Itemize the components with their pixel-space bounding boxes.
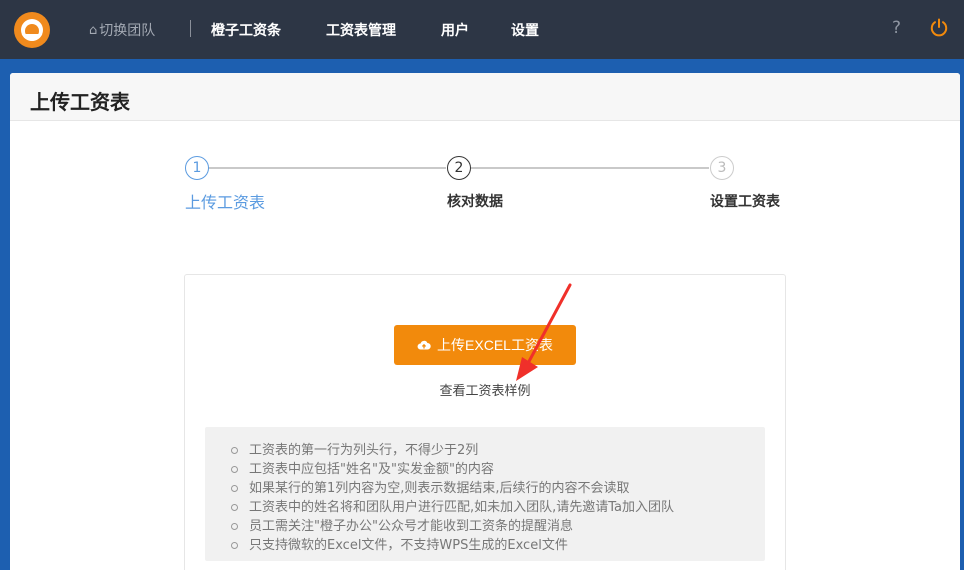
step-3-label: 设置工资表 (710, 194, 780, 210)
app-logo[interactable] (14, 12, 50, 48)
tip-item: 只支持微软的Excel文件，不支持WPS生成的Excel文件 (225, 536, 765, 555)
tip-item: 工资表中的姓名将和团队用户进行匹配,如未加入团队,请先邀请Ta加入团队 (225, 498, 765, 517)
step-1-label: 上传工资表 (185, 193, 266, 212)
logo-icon (21, 19, 43, 41)
step-connector-1 (208, 167, 446, 169)
red-annotation-arrow-icon (516, 283, 572, 381)
nav-item-settings[interactable]: 设置 (511, 20, 539, 40)
step-connector-2 (471, 167, 709, 169)
switch-team-label: 切换团队 (99, 23, 156, 39)
tip-item: 如果某行的第1列内容为空,则表示数据结束,后续行的内容不会读取 (225, 479, 765, 498)
sample-payroll-link[interactable]: 查看工资表样例 (185, 380, 785, 399)
top-navbar: ⌂ 切换团队 橙子工资条 工资表管理 用户 设置 ? (0, 0, 964, 59)
nav-item-payslip[interactable]: 橙子工资条 (211, 20, 281, 40)
step-2-indicator: 2 (447, 156, 471, 180)
tip-item: 工资表中应包括"姓名"及"实发金额"的内容 (225, 460, 765, 479)
step-2-label: 核对数据 (447, 194, 503, 210)
cloud-upload-icon (417, 340, 431, 350)
switch-team-link[interactable]: ⌂ 切换团队 (89, 20, 155, 40)
power-icon[interactable] (928, 17, 950, 39)
nav-item-users[interactable]: 用户 (441, 20, 469, 40)
page-title: 上传工资表 (30, 90, 130, 114)
upload-tips-box: 工资表的第一行为列头行，不得少于2列 工资表中应包括"姓名"及"实发金额"的内容… (205, 427, 765, 561)
nav-item-salary-management[interactable]: 工资表管理 (326, 20, 396, 40)
tip-item: 工资表的第一行为列头行，不得少于2列 (225, 441, 765, 460)
tip-item: 员工需关注"橙子办公"公众号才能收到工资条的提醒消息 (225, 517, 765, 536)
home-icon: ⌂ (89, 22, 98, 38)
card-header: 上传工资表 (10, 73, 960, 121)
help-icon[interactable]: ? (892, 18, 901, 38)
step-1-indicator: 1 (185, 156, 209, 180)
nav-divider (190, 20, 191, 37)
header-accent-strip (0, 59, 964, 73)
main-card: 上传工资表 1 2 3 上传工资表 核对数据 设置工资表 上传EXCEL工资表 … (10, 73, 960, 570)
step-3-indicator: 3 (710, 156, 734, 180)
upload-panel: 上传EXCEL工资表 查看工资表样例 工资表的第一行为列头行，不得少于2列 工资… (184, 274, 786, 570)
